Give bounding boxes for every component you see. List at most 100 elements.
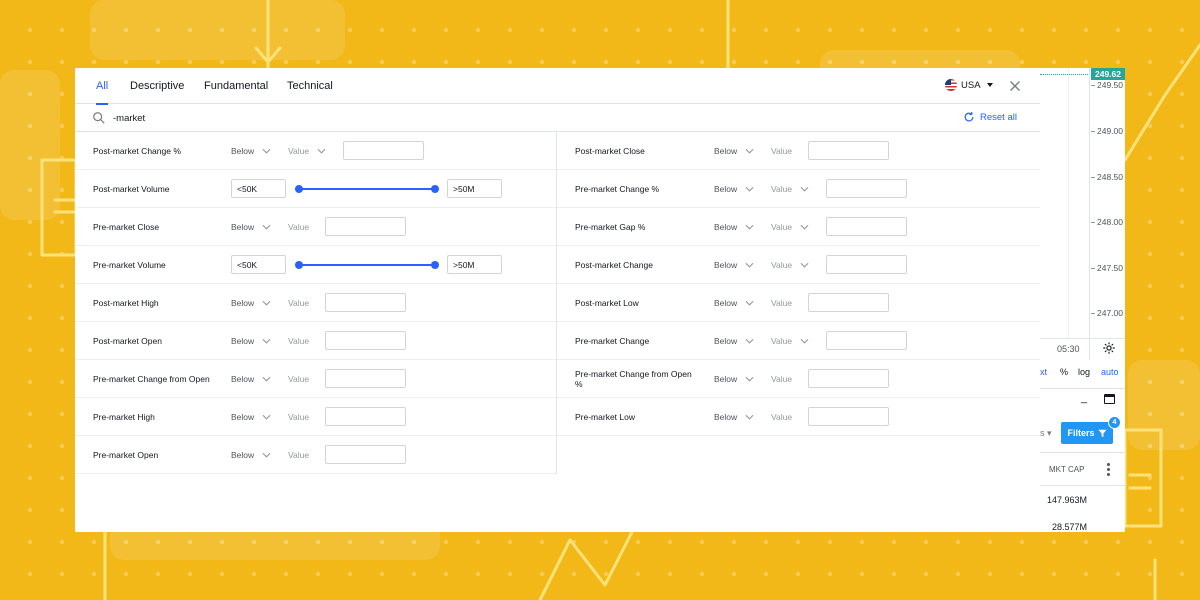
value-input[interactable] bbox=[325, 445, 406, 464]
country-selector[interactable]: USA bbox=[945, 79, 993, 91]
operator-dropdown[interactable]: Below bbox=[231, 222, 271, 232]
value-input[interactable] bbox=[808, 293, 889, 312]
operator-dropdown[interactable]: Below bbox=[714, 260, 754, 270]
value-type-dropdown[interactable]: Value bbox=[288, 412, 309, 422]
range-slider-min-handle[interactable] bbox=[295, 185, 303, 193]
log-scale-button[interactable]: log bbox=[1078, 367, 1090, 377]
operator-dropdown[interactable]: Below bbox=[714, 146, 754, 156]
value-input[interactable] bbox=[325, 217, 406, 236]
filter-row: Pre-market Close Below Value bbox=[75, 208, 556, 246]
value-type-dropdown[interactable]: Value bbox=[288, 298, 309, 308]
chevron-down-icon bbox=[262, 336, 271, 346]
gear-icon[interactable] bbox=[1102, 341, 1116, 355]
operator-label: Below bbox=[714, 222, 738, 232]
tab-all[interactable]: All bbox=[96, 80, 109, 105]
screener-selector-cut[interactable]: s ▾ bbox=[1040, 428, 1052, 439]
value-input[interactable] bbox=[343, 141, 424, 160]
operator-dropdown[interactable]: Below bbox=[714, 298, 754, 308]
filter-name: Pre-market High bbox=[93, 412, 155, 422]
percent-scale-button[interactable]: % bbox=[1060, 367, 1068, 377]
screener-column-header[interactable]: MKT CAP bbox=[1040, 452, 1125, 486]
range-slider-track[interactable] bbox=[299, 264, 435, 266]
value-input[interactable] bbox=[808, 141, 889, 160]
operator-dropdown[interactable]: Below bbox=[714, 184, 754, 194]
operator-dropdown[interactable]: Below bbox=[714, 412, 754, 422]
operator-dropdown[interactable]: Below bbox=[714, 222, 754, 232]
range-max-input[interactable]: >50M bbox=[447, 179, 502, 198]
value-type-dropdown[interactable]: Value bbox=[771, 374, 792, 384]
value-input[interactable] bbox=[826, 217, 907, 236]
minimize-icon[interactable]: _ bbox=[1081, 392, 1087, 404]
value-type-dropdown[interactable]: Value bbox=[288, 222, 309, 232]
range-slider-track[interactable] bbox=[299, 188, 435, 190]
chevron-down-icon bbox=[262, 374, 271, 384]
value-type-dropdown[interactable]: Value bbox=[288, 450, 309, 460]
filter-row: Pre-market Change Below Value bbox=[557, 322, 1040, 360]
value-type-label: Value bbox=[771, 184, 793, 194]
filter-name: Pre-market Close bbox=[93, 222, 160, 232]
operator-dropdown[interactable]: Below bbox=[231, 298, 271, 308]
value-type-dropdown[interactable]: Value bbox=[771, 298, 792, 308]
mkt-cap-value: 28.577M bbox=[1052, 522, 1088, 532]
value-type-dropdown[interactable]: Value bbox=[771, 146, 792, 156]
operator-dropdown[interactable]: Below bbox=[231, 450, 271, 460]
value-type-dropdown[interactable]: Value bbox=[771, 336, 809, 346]
value-type-dropdown[interactable]: Value bbox=[771, 222, 809, 232]
us-flag-icon bbox=[945, 79, 957, 91]
close-icon[interactable] bbox=[1007, 78, 1023, 94]
value-input[interactable] bbox=[325, 331, 406, 350]
value-type-dropdown[interactable]: Value bbox=[288, 146, 326, 156]
filter-name: Pre-market Gap % bbox=[575, 222, 646, 232]
operator-label: Below bbox=[714, 412, 738, 422]
value-type-label: Value bbox=[288, 412, 310, 422]
operator-dropdown[interactable]: Below bbox=[714, 336, 754, 346]
value-input[interactable] bbox=[325, 407, 406, 426]
value-input[interactable] bbox=[808, 407, 889, 426]
tab-technical[interactable]: Technical bbox=[287, 80, 333, 92]
range-max-input[interactable]: >50M bbox=[447, 255, 502, 274]
operator-dropdown[interactable]: Below bbox=[231, 374, 271, 384]
value-type-label: Value bbox=[771, 412, 793, 422]
range-slider-max-handle[interactable] bbox=[431, 261, 439, 269]
chevron-down-icon bbox=[745, 184, 754, 194]
value-input[interactable] bbox=[325, 293, 406, 312]
range-slider-max-handle[interactable] bbox=[431, 185, 439, 193]
value-type-dropdown[interactable]: Value bbox=[771, 184, 809, 194]
auto-scale-button[interactable]: auto bbox=[1101, 367, 1119, 377]
operator-dropdown[interactable]: Below bbox=[231, 146, 271, 156]
operator-label: Below bbox=[231, 146, 255, 156]
price-tick: 248.00 bbox=[1091, 217, 1123, 227]
scale-cut-text[interactable]: xt bbox=[1040, 367, 1047, 377]
filter-name: Post-market Low bbox=[575, 298, 639, 308]
filter-row: Post-market Close Below Value bbox=[557, 132, 1040, 170]
tab-descriptive[interactable]: Descriptive bbox=[130, 80, 184, 92]
value-input[interactable] bbox=[826, 179, 907, 198]
filters-button[interactable]: Filters bbox=[1061, 422, 1113, 444]
range-min-input[interactable]: <50K bbox=[231, 179, 286, 198]
operator-label: Below bbox=[231, 374, 255, 384]
filter-name: Pre-market Change from Open % bbox=[575, 369, 692, 389]
chevron-down-icon bbox=[262, 146, 271, 156]
value-type-dropdown[interactable]: Value bbox=[288, 374, 309, 384]
value-type-dropdown[interactable]: Value bbox=[288, 336, 309, 346]
operator-dropdown[interactable]: Below bbox=[231, 412, 271, 422]
more-options-icon[interactable] bbox=[1107, 463, 1110, 478]
operator-dropdown[interactable]: Below bbox=[231, 336, 271, 346]
value-input[interactable] bbox=[808, 369, 889, 388]
range-slider-min-handle[interactable] bbox=[295, 261, 303, 269]
range-min-input[interactable]: <50K bbox=[231, 255, 286, 274]
price-tick: 249.50 bbox=[1091, 80, 1123, 90]
operator-label: Below bbox=[714, 336, 738, 346]
filter-tabs: All Descriptive Fundamental Technical US… bbox=[75, 68, 1040, 105]
search-input[interactable] bbox=[113, 109, 413, 127]
chevron-down-icon bbox=[745, 222, 754, 232]
value-type-dropdown[interactable]: Value bbox=[771, 260, 809, 270]
value-type-dropdown[interactable]: Value bbox=[771, 412, 792, 422]
value-input[interactable] bbox=[826, 255, 907, 274]
maximize-icon[interactable] bbox=[1104, 394, 1115, 404]
value-input[interactable] bbox=[826, 331, 907, 350]
reset-all-button[interactable]: Reset all bbox=[963, 111, 1017, 123]
operator-dropdown[interactable]: Below bbox=[714, 374, 754, 384]
tab-fundamental[interactable]: Fundamental bbox=[204, 80, 268, 92]
value-input[interactable] bbox=[325, 369, 406, 388]
